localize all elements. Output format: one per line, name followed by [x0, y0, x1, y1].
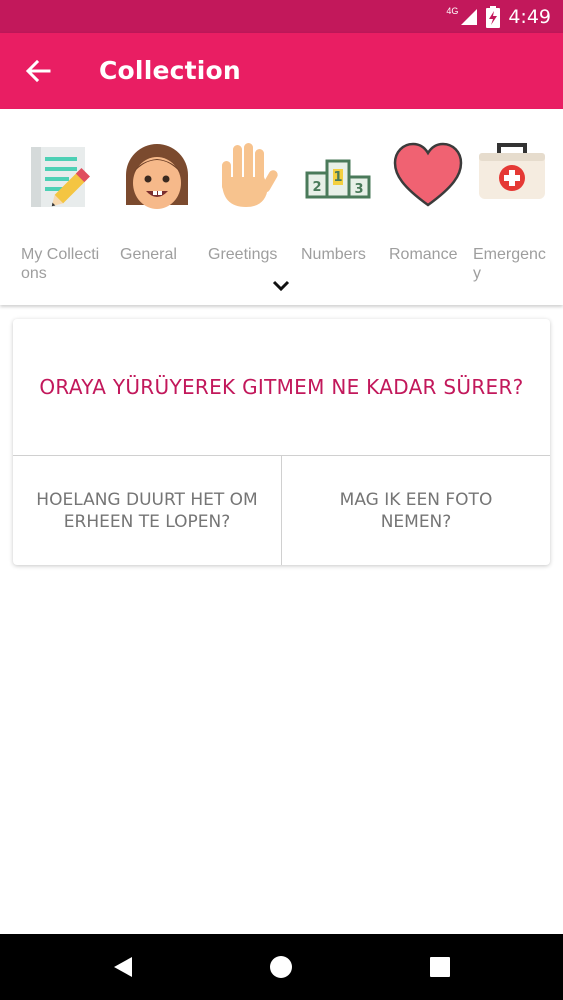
question-text: ORAYA YÜRÜYEREK GITMEM NE KADAR SÜRER?	[39, 375, 524, 399]
answer-option-1[interactable]: HOELANG DUURT HET OM ERHEEN TE LOPEN?	[13, 456, 281, 565]
battery-charging-icon	[486, 5, 501, 28]
category-label: Romance	[389, 246, 458, 263]
status-time: 4:49	[508, 5, 551, 28]
page-title: Collection	[99, 56, 241, 85]
signal-icon	[461, 8, 478, 25]
category-strip: My Collections General Greetings 1 2 3 N…	[0, 109, 563, 305]
smiling-child-face-icon	[126, 144, 188, 209]
svg-text:3: 3	[354, 182, 363, 197]
svg-text:2: 2	[312, 180, 321, 195]
category-label: Greetings	[208, 246, 278, 263]
category-label: My Collections	[21, 246, 100, 282]
waving-hand-icon	[222, 143, 278, 207]
category-general[interactable]: General	[120, 141, 206, 263]
phrase-card: ORAYA YÜRÜYEREK GITMEM NE KADAR SÜRER? H…	[13, 319, 550, 565]
nav-home-icon[interactable]	[268, 954, 294, 980]
category-numbers[interactable]: 1 2 3 Numbers	[301, 141, 387, 263]
network-type-label: 4G	[446, 5, 459, 16]
svg-text:1: 1	[333, 170, 342, 185]
notebook-pencil-icon	[31, 147, 90, 207]
category-label: Emergency	[473, 246, 546, 282]
category-romance[interactable]: Romance	[389, 141, 475, 263]
category-my-collections[interactable]: My Collections	[21, 141, 107, 282]
category-label: Numbers	[301, 246, 366, 263]
podium-icon: 1 2 3	[305, 159, 371, 199]
category-label: General	[120, 246, 177, 263]
chevron-down-icon[interactable]	[270, 277, 292, 293]
category-emergency[interactable]: Emergency	[473, 141, 559, 282]
system-nav-bar	[0, 934, 563, 1000]
heart-icon	[393, 142, 463, 207]
status-bar: 4G 4:49	[0, 0, 563, 33]
category-greetings[interactable]: Greetings	[208, 141, 294, 263]
app-bar: Collection	[0, 33, 563, 109]
nav-back-icon[interactable]	[110, 954, 136, 980]
answer-option-2[interactable]: MAG IK EEN FOTO NEMEN?	[282, 456, 550, 565]
first-aid-kit-icon	[479, 143, 545, 199]
status-icons: 4G 4:49	[446, 0, 551, 33]
nav-recents-icon[interactable]	[427, 954, 453, 980]
back-arrow-icon[interactable]	[22, 55, 54, 87]
